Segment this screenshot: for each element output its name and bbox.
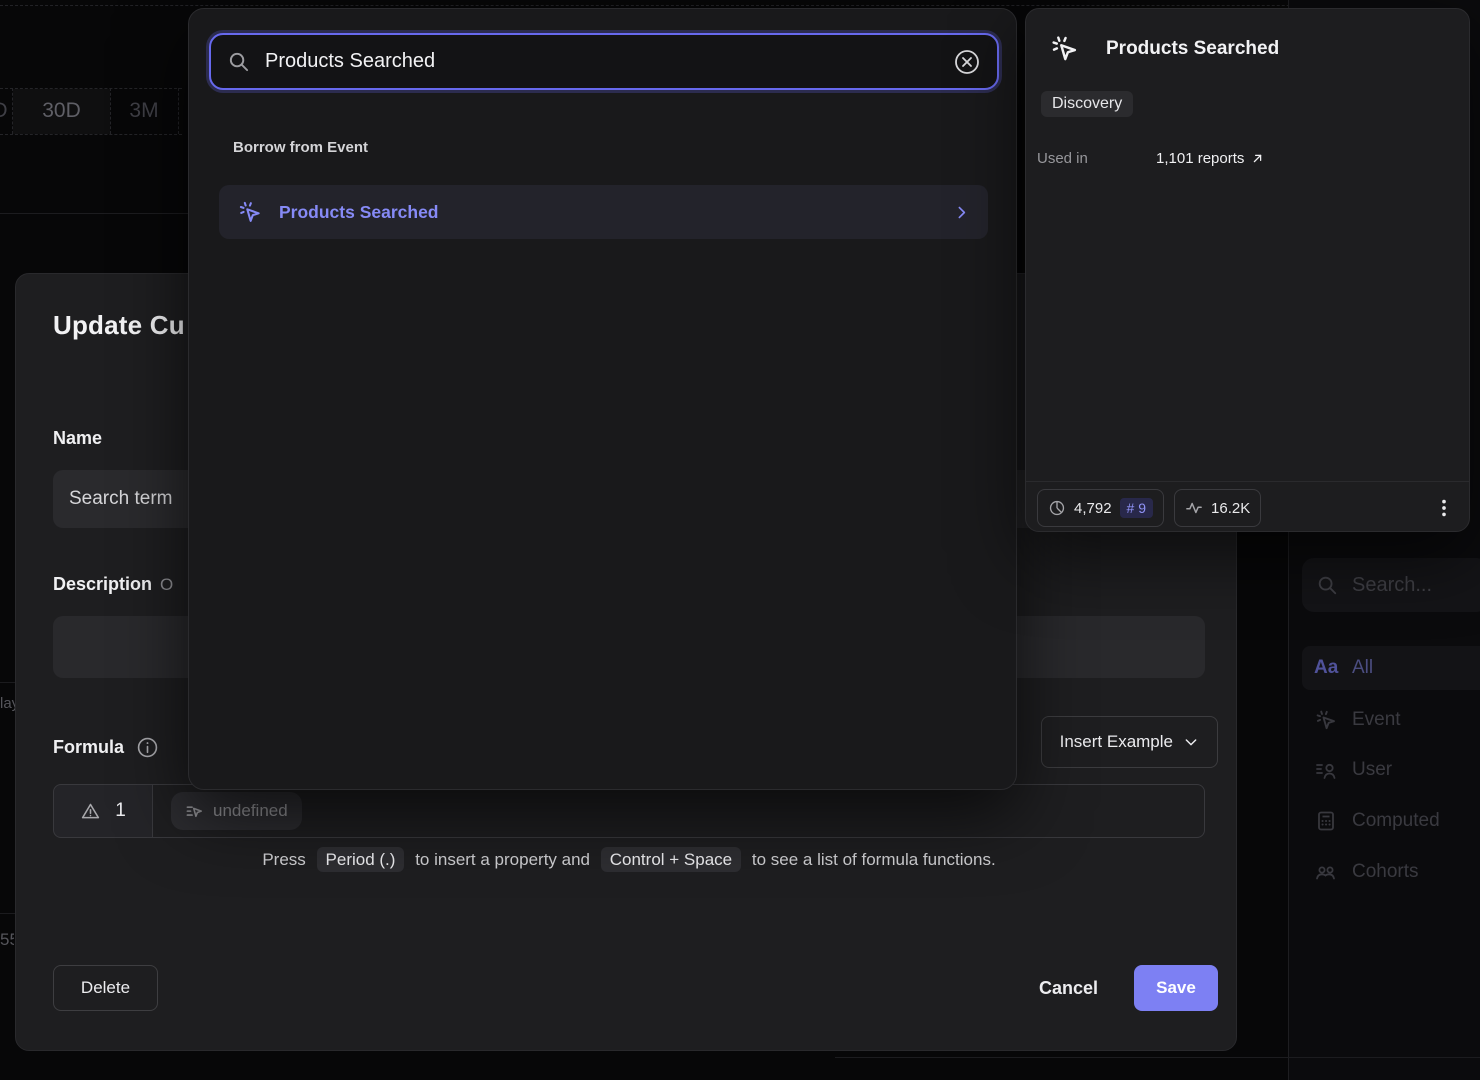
sidebar-item-all[interactable]: Aa All bbox=[1302, 646, 1480, 690]
formula-label-row: Formula bbox=[53, 736, 159, 759]
clear-search-button[interactable] bbox=[953, 48, 981, 76]
event-icon bbox=[1049, 33, 1080, 64]
more-options-button[interactable] bbox=[1433, 495, 1455, 521]
result-label: Products Searched bbox=[279, 202, 937, 223]
close-circle-icon bbox=[953, 48, 981, 76]
aa-icon: Aa bbox=[1314, 657, 1338, 679]
timerange-3m-button[interactable]: 3M bbox=[110, 88, 178, 134]
volume-pill[interactable]: 16.2K bbox=[1174, 489, 1261, 527]
panel-divider bbox=[1026, 481, 1469, 482]
search-icon bbox=[1316, 574, 1338, 596]
formula-label: Formula bbox=[53, 737, 124, 758]
computed-icon bbox=[1314, 809, 1338, 833]
event-search-dropdown: Borrow from Event Products Searched bbox=[188, 8, 1017, 790]
search-icon bbox=[227, 50, 250, 73]
event-rank-badge: # 9 bbox=[1120, 498, 1153, 518]
sidebar-item-label: Computed bbox=[1352, 810, 1440, 832]
discovery-badge: Discovery bbox=[1041, 91, 1133, 117]
used-in-link[interactable]: 1,101 reports bbox=[1156, 150, 1265, 167]
event-details-panel: Products Searched Discovery Used in 1,10… bbox=[1025, 8, 1470, 532]
pie-chart-icon bbox=[1048, 499, 1066, 517]
formula-editor: 1 undefined bbox=[53, 784, 1205, 838]
help-prefix: Press bbox=[262, 850, 305, 869]
external-link-icon bbox=[1250, 151, 1265, 166]
panel-header: Products Searched bbox=[1049, 33, 1279, 64]
chart-axis-label-fragment: lay bbox=[0, 695, 15, 712]
search-field[interactable] bbox=[209, 33, 999, 90]
used-in-label: Used in bbox=[1037, 150, 1156, 167]
error-count: 1 bbox=[115, 800, 126, 822]
bottom-panel-border bbox=[835, 1057, 1480, 1058]
formula-help-text: Press Period (.) to insert a property an… bbox=[53, 850, 1205, 870]
event-icon bbox=[1314, 708, 1338, 732]
chevron-down-icon bbox=[1183, 734, 1199, 750]
sidebar-item-label: User bbox=[1352, 759, 1392, 781]
sidebar-search-placeholder: Search... bbox=[1352, 574, 1432, 597]
panel-stats-row: 4,792 # 9 16.2K bbox=[1037, 488, 1455, 528]
insert-example-label: Insert Example bbox=[1060, 732, 1173, 752]
modal-title: Update Cu bbox=[53, 310, 185, 341]
volume-value: 16.2K bbox=[1211, 500, 1250, 517]
top-divider bbox=[0, 5, 1480, 6]
chart-gridline bbox=[0, 913, 15, 914]
chart-gridline bbox=[0, 682, 15, 683]
panel-title: Products Searched bbox=[1106, 38, 1279, 60]
kbd-period: Period (.) bbox=[317, 847, 405, 872]
user-icon bbox=[1314, 758, 1338, 782]
help-mid: to insert a property and bbox=[415, 850, 590, 869]
sidebar-item-event[interactable]: Event bbox=[1302, 698, 1480, 742]
kbd-control-space: Control + Space bbox=[601, 847, 741, 872]
activity-icon bbox=[1185, 499, 1203, 517]
timebar-border-bottom bbox=[0, 134, 182, 135]
cohorts-icon bbox=[1314, 860, 1338, 884]
save-button[interactable]: Save bbox=[1134, 965, 1218, 1011]
used-in-row: Used in 1,101 reports bbox=[1037, 150, 1265, 167]
insert-example-button[interactable]: Insert Example bbox=[1041, 716, 1218, 768]
description-optional-fragment: O bbox=[160, 575, 173, 595]
event-count: 4,792 bbox=[1074, 500, 1112, 517]
formula-error-gutter: 1 bbox=[53, 784, 153, 838]
warning-icon bbox=[80, 801, 101, 822]
timebar-divider bbox=[178, 88, 179, 134]
modal-footer-actions: Cancel Save bbox=[1033, 965, 1218, 1011]
formula-token-label: undefined bbox=[213, 801, 288, 821]
sidebar-item-label: Cohorts bbox=[1352, 861, 1419, 883]
event-icon bbox=[237, 199, 263, 225]
sidebar-item-cohorts[interactable]: Cohorts bbox=[1302, 850, 1480, 894]
sidebar-search-input[interactable]: Search... bbox=[1302, 558, 1480, 612]
formula-token-chip[interactable]: undefined bbox=[171, 792, 302, 830]
timerange-partial-button[interactable]: D bbox=[0, 88, 12, 134]
chevron-right-icon bbox=[953, 204, 970, 221]
description-label: Description bbox=[53, 574, 152, 595]
search-result-products-searched[interactable]: Products Searched bbox=[219, 185, 988, 239]
description-label-row: Description O bbox=[53, 574, 173, 595]
cancel-button[interactable]: Cancel bbox=[1033, 977, 1104, 1000]
sidebar-item-computed[interactable]: Computed bbox=[1302, 799, 1480, 843]
sidebar-item-user[interactable]: User bbox=[1302, 748, 1480, 792]
borrow-from-event-label: Borrow from Event bbox=[233, 139, 368, 156]
chart-panel-border bbox=[0, 213, 188, 214]
sidebar-item-label: All bbox=[1352, 657, 1373, 679]
chart-tick-fragment: 55 bbox=[0, 930, 14, 950]
timerange-30d-button[interactable]: 30D bbox=[13, 88, 110, 134]
event-property-icon bbox=[185, 802, 204, 821]
event-count-pill[interactable]: 4,792 # 9 bbox=[1037, 489, 1164, 527]
used-in-value: 1,101 reports bbox=[1156, 150, 1244, 167]
search-input[interactable] bbox=[263, 49, 953, 74]
name-label: Name bbox=[53, 428, 102, 449]
sidebar-item-label: Event bbox=[1352, 709, 1401, 731]
kebab-menu-icon bbox=[1433, 495, 1455, 521]
delete-button[interactable]: Delete bbox=[53, 965, 158, 1011]
app-root: D 30D 3M lay 55 Search... Aa All Event U… bbox=[0, 0, 1480, 1080]
info-icon[interactable] bbox=[136, 736, 159, 759]
formula-input[interactable]: undefined bbox=[153, 784, 1205, 838]
help-suffix: to see a list of formula functions. bbox=[752, 850, 996, 869]
